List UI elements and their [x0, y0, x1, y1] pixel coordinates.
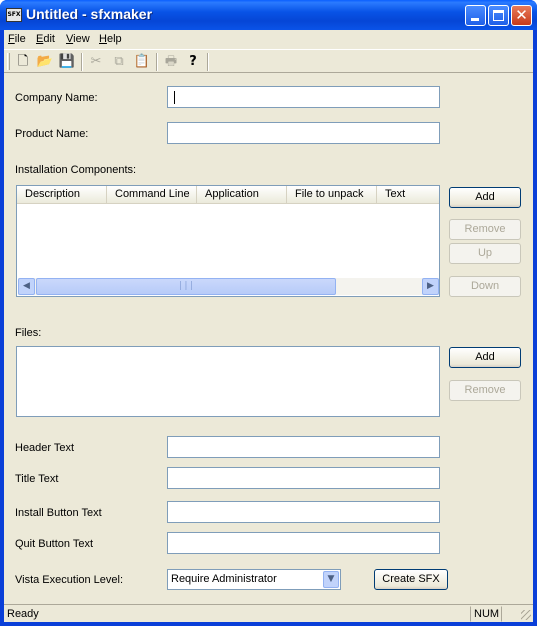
context-help-icon[interactable]: ? — [184, 53, 202, 71]
cut-icon[interactable]: ✂ — [87, 53, 105, 71]
menu-file[interactable]: File — [8, 32, 26, 46]
toolbar-separator — [156, 53, 158, 71]
client-area: File Edit View Help 🗋 📂 💾 ✂ ⧉ 📋 🖶 ? Comp… — [4, 30, 533, 622]
save-icon[interactable]: 💾 — [58, 53, 76, 71]
copy-icon[interactable]: ⧉ — [110, 53, 128, 71]
title-text-label: Title Text — [15, 473, 59, 485]
title-bar[interactable]: SFX Untitled - sfxmaker ✕ — [0, 0, 537, 30]
product-name-field[interactable] — [167, 122, 440, 144]
toolbar: 🗋 📂 💾 ✂ ⧉ 📋 🖶 ? — [4, 49, 533, 73]
company-name-label: Company Name: — [15, 92, 98, 104]
menu-edit-label: dit — [43, 33, 55, 45]
company-name-field[interactable] — [167, 86, 440, 108]
chevron-down-icon[interactable]: ▼ — [323, 571, 339, 588]
num-lock-indicator: NUM — [470, 606, 500, 622]
components-list[interactable]: Description Command Line Application Fil… — [16, 185, 440, 297]
column-command-line[interactable]: Command Line — [107, 186, 197, 203]
status-pane-empty — [501, 606, 521, 622]
remove-file-button[interactable]: Remove — [449, 380, 521, 401]
move-up-button[interactable]: Up — [449, 243, 521, 264]
toolbar-grip[interactable] — [7, 53, 10, 70]
move-down-button[interactable]: Down — [449, 276, 521, 297]
scroll-left-icon[interactable]: ◀ — [18, 278, 35, 295]
status-text: Ready — [7, 608, 39, 620]
close-button[interactable]: ✕ — [511, 5, 532, 26]
install-button-text-label: Install Button Text — [15, 507, 102, 519]
maximize-icon — [493, 10, 504, 21]
menu-bar: File Edit View Help — [4, 30, 533, 48]
toolbar-separator — [81, 53, 83, 71]
scrollbar-thumb[interactable]: ||| — [36, 278, 336, 295]
horizontal-scrollbar[interactable]: ◀ ||| ▶ — [18, 278, 439, 295]
open-folder-icon[interactable]: 📂 — [36, 53, 54, 71]
quit-button-text-label: Quit Button Text — [15, 538, 94, 550]
components-list-header: Description Command Line Application Fil… — [17, 186, 439, 204]
menu-help-accel: H — [99, 33, 107, 45]
install-button-text-field[interactable] — [167, 501, 440, 523]
print-icon[interactable]: 🖶 — [162, 53, 180, 71]
add-component-button[interactable]: Add — [449, 187, 521, 208]
close-icon: ✕ — [515, 6, 528, 24]
menu-file-label: ile — [14, 33, 26, 45]
quit-button-text-field[interactable] — [167, 532, 440, 554]
vista-execution-level-label: Vista Execution Level: — [15, 574, 124, 586]
status-bar: Ready NUM — [4, 604, 533, 622]
paste-icon[interactable]: 📋 — [133, 53, 151, 71]
product-name-label: Product Name: — [15, 128, 89, 140]
menu-help-label: elp — [106, 33, 122, 45]
toolbar-separator — [207, 53, 209, 71]
title-text-field[interactable] — [167, 467, 440, 489]
minimize-icon — [471, 18, 479, 21]
header-text-label: Header Text — [15, 442, 75, 454]
menu-file-accel: F — [8, 33, 15, 45]
column-description[interactable]: Description — [17, 186, 107, 203]
menu-view-label: iew — [73, 33, 90, 45]
column-application[interactable]: Application — [197, 186, 287, 203]
app-window: SFX Untitled - sfxmaker ✕ File Edit View… — [0, 0, 537, 626]
files-label: Files: — [15, 327, 42, 339]
vista-execution-level-value: Require Administrator — [171, 573, 277, 585]
menu-help[interactable]: Help — [99, 32, 122, 46]
resize-grip[interactable] — [521, 610, 531, 620]
menu-edit[interactable]: Edit — [36, 32, 55, 46]
header-text-field[interactable] — [167, 436, 440, 458]
text-caret — [174, 91, 175, 104]
vista-execution-level-select[interactable]: Require Administrator ▼ — [167, 569, 341, 590]
create-sfx-button[interactable]: Create SFX — [374, 569, 448, 590]
add-file-button[interactable]: Add — [449, 347, 521, 368]
minimize-button[interactable] — [465, 5, 486, 26]
scroll-right-icon[interactable]: ▶ — [422, 278, 439, 295]
column-text[interactable]: Text — [377, 186, 439, 203]
menu-view[interactable]: View — [66, 32, 90, 46]
new-file-icon[interactable]: 🗋 — [14, 53, 32, 71]
column-file-to-unpack[interactable]: File to unpack — [287, 186, 377, 203]
maximize-button[interactable] — [488, 5, 509, 26]
files-list[interactable] — [16, 346, 440, 417]
installation-components-label: Installation Components: — [15, 164, 137, 176]
remove-component-button[interactable]: Remove — [449, 219, 521, 240]
window-title: Untitled - sfxmaker — [26, 6, 153, 22]
sfx-app-icon[interactable]: SFX — [6, 8, 22, 22]
